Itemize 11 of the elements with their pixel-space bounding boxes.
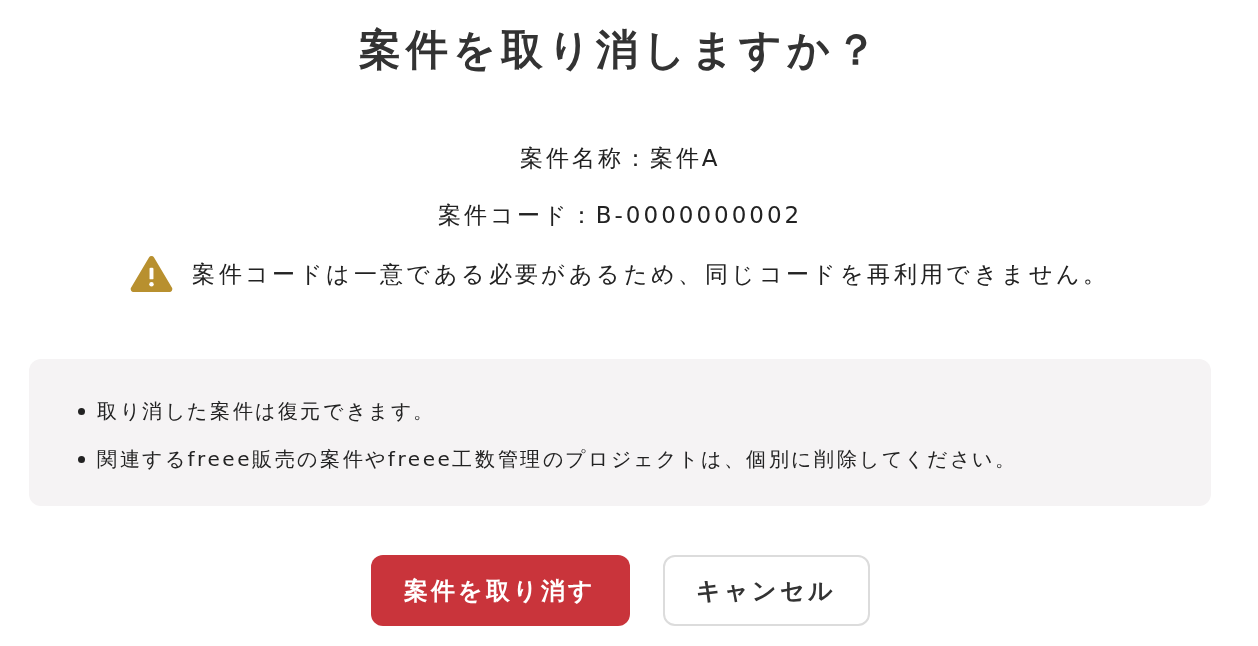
detail-text: 案件名称：案件A <box>519 143 721 173</box>
cancel-case-button[interactable]: 案件を取り消す <box>370 555 630 626</box>
detail-text: 案件コード：B-0000000002 <box>437 200 803 230</box>
note-text: 関連するfreee販売の案件やfreee工数管理のプロジェクトは、個別に削除してください。 <box>97 446 1018 473</box>
bullet-icon <box>78 407 85 415</box>
warning-text: 案件コードは一意である必要があるため、同じコードを再利用できません。 <box>192 259 1110 289</box>
warning-icon <box>130 255 174 292</box>
note-text: 取り消した案件は復元できます。 <box>97 398 436 425</box>
bullet-icon <box>78 455 85 463</box>
dialog-title: 案件を取り消しますか？ <box>358 24 882 76</box>
cancel-button[interactable]: キャンセル <box>662 555 870 626</box>
